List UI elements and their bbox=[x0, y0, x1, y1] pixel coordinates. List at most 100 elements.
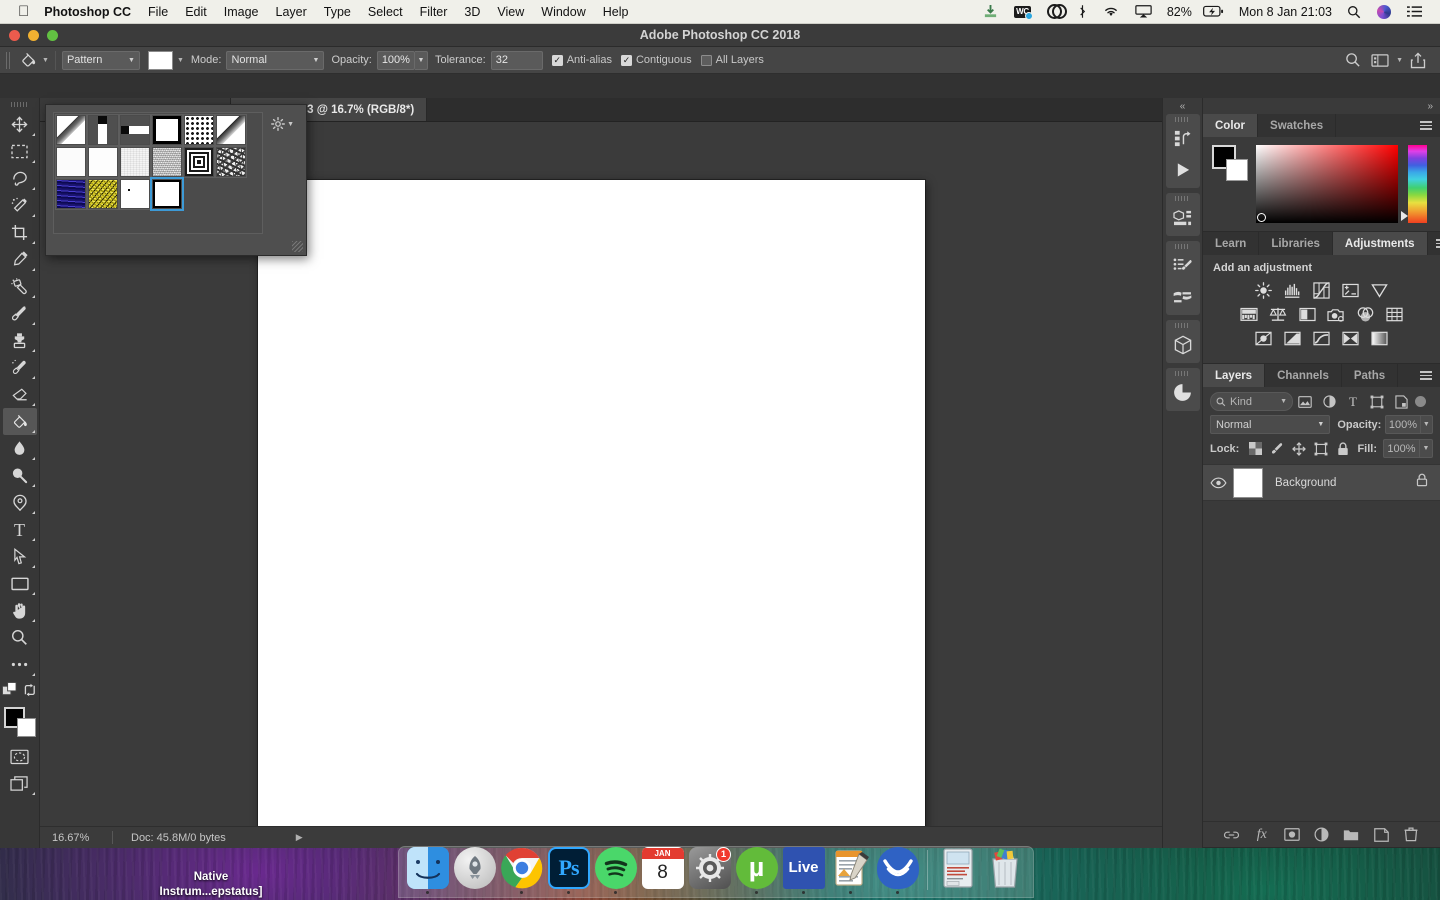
screen-mode-button[interactable] bbox=[3, 770, 37, 797]
dock-item-document-file[interactable] bbox=[935, 847, 980, 895]
gradient-map-icon[interactable] bbox=[1370, 329, 1389, 348]
hue-slider[interactable] bbox=[1401, 145, 1427, 223]
menu-file[interactable]: File bbox=[140, 0, 177, 24]
launchpad-icon[interactable] bbox=[453, 846, 496, 889]
tab-swatches[interactable]: Swatches bbox=[1258, 114, 1337, 137]
lock-position-icon[interactable] bbox=[1288, 440, 1310, 458]
opacity-stepper[interactable]: ▼ bbox=[414, 50, 428, 70]
lasso-tool[interactable] bbox=[3, 165, 37, 192]
clone-stamp-tool[interactable] bbox=[3, 327, 37, 354]
hue-saturation-icon[interactable] bbox=[1240, 305, 1259, 324]
new-group-icon[interactable] bbox=[1341, 825, 1361, 845]
dock-item-calendar[interactable]: JAN 8 bbox=[640, 846, 685, 895]
photoshop-icon[interactable]: Ps bbox=[547, 846, 590, 889]
paint-bucket-tool[interactable] bbox=[2, 408, 37, 435]
dock-item-trash[interactable] bbox=[982, 847, 1027, 895]
arrange-chevron-icon[interactable]: ▼ bbox=[1396, 57, 1403, 64]
layer-style-fx-icon[interactable]: fx bbox=[1252, 825, 1272, 845]
layer-opacity-stepper[interactable]: ▼ bbox=[1420, 415, 1433, 434]
play-icon[interactable] bbox=[1166, 154, 1200, 185]
color-picker-marker[interactable] bbox=[1257, 213, 1266, 222]
pattern-swatch-polka-dots[interactable] bbox=[183, 114, 215, 146]
selective-color-icon[interactable] bbox=[1341, 329, 1360, 348]
spotify-icon[interactable] bbox=[594, 846, 637, 889]
layer-fill-stepper[interactable]: ▼ bbox=[1420, 439, 1433, 458]
pattern-swatch-preview[interactable] bbox=[147, 50, 173, 70]
foreground-background-colors[interactable] bbox=[3, 707, 36, 737]
tab-libraries[interactable]: Libraries bbox=[1259, 232, 1333, 255]
move-tool[interactable] bbox=[3, 111, 37, 138]
lock-all-icon[interactable] bbox=[1332, 440, 1354, 458]
color-panel-swatches[interactable] bbox=[1212, 145, 1248, 181]
ableton-live-icon[interactable]: Live bbox=[782, 846, 825, 889]
color-picker-field[interactable] bbox=[1256, 145, 1398, 223]
dock-item-utorrent[interactable]: µ bbox=[734, 846, 779, 894]
tab-color[interactable]: Color bbox=[1203, 114, 1259, 137]
zoom-level[interactable]: 16.67% bbox=[40, 832, 112, 844]
eraser-tool[interactable] bbox=[3, 381, 37, 408]
curves-icon[interactable] bbox=[1312, 281, 1331, 300]
dodge-tool[interactable] bbox=[3, 462, 37, 489]
pattern-swatch-diagonal-stripe-dark[interactable] bbox=[215, 114, 247, 146]
photo-filter-icon[interactable] bbox=[1327, 305, 1346, 324]
menu-filter[interactable]: Filter bbox=[411, 0, 456, 24]
menu-layer[interactable]: Layer bbox=[267, 0, 315, 24]
bluetooth-icon[interactable] bbox=[1070, 0, 1095, 24]
dock-item-google-chrome[interactable] bbox=[499, 847, 544, 894]
hand-tool[interactable] bbox=[3, 597, 37, 624]
menu-bar-datetime[interactable]: Mon 8 Jan 21:03 bbox=[1232, 5, 1339, 19]
lock-transparency-icon[interactable] bbox=[1244, 440, 1266, 458]
tab-paths[interactable]: Paths bbox=[1341, 364, 1399, 387]
add-layer-mask-icon[interactable] bbox=[1282, 825, 1302, 845]
vibrance-icon[interactable] bbox=[1370, 281, 1389, 300]
quick-selection-tool[interactable] bbox=[3, 192, 37, 219]
menu-image[interactable]: Image bbox=[215, 0, 267, 24]
posterize-icon[interactable] bbox=[1283, 329, 1302, 348]
pattern-picker-chevron-icon[interactable]: ▼ bbox=[177, 57, 184, 64]
rail-grip[interactable] bbox=[1175, 323, 1190, 328]
panel-collapse-icon[interactable]: » bbox=[1203, 98, 1440, 114]
threshold-icon[interactable] bbox=[1312, 329, 1331, 348]
brush-presets-icon[interactable] bbox=[1166, 281, 1200, 312]
spot-healing-brush-tool[interactable] bbox=[3, 273, 37, 300]
creative-cloud-icon[interactable] bbox=[1039, 0, 1070, 24]
3d-properties-icon[interactable] bbox=[1166, 202, 1200, 233]
pages-icon[interactable] bbox=[830, 847, 872, 889]
spotlight-search-icon[interactable] bbox=[1339, 0, 1369, 24]
hue-slider-marker[interactable] bbox=[1401, 211, 1408, 221]
tab-layers[interactable]: Layers bbox=[1203, 364, 1266, 387]
trash-icon[interactable] bbox=[984, 847, 1026, 889]
levels-icon[interactable] bbox=[1283, 281, 1302, 300]
dock-item-adobe-photoshop[interactable]: Ps bbox=[546, 846, 591, 894]
siri-icon[interactable] bbox=[1369, 0, 1399, 24]
menu-type[interactable]: Type bbox=[315, 0, 359, 24]
pen-tool[interactable] bbox=[3, 489, 37, 516]
menu-edit[interactable]: Edit bbox=[177, 0, 216, 24]
calendar-icon[interactable]: JAN 8 bbox=[641, 846, 684, 889]
toolbar-grip[interactable] bbox=[11, 102, 28, 107]
rail-grip[interactable] bbox=[1175, 244, 1190, 249]
tab-learn[interactable]: Learn bbox=[1203, 232, 1260, 255]
pattern-swatch-plain-white-1[interactable] bbox=[55, 146, 87, 178]
pattern-swatch-horizontal-bar[interactable] bbox=[119, 114, 151, 146]
timeline-icon[interactable] bbox=[1166, 377, 1200, 408]
brightness-contrast-icon[interactable] bbox=[1254, 281, 1273, 300]
popup-resize-handle[interactable] bbox=[292, 241, 303, 252]
rail-grip[interactable] bbox=[1175, 117, 1190, 122]
exposure-icon[interactable] bbox=[1341, 281, 1360, 300]
rail-grip[interactable] bbox=[1175, 196, 1190, 201]
swap-colors-icon[interactable] bbox=[23, 683, 37, 702]
pattern-swatch-black-frame-thick[interactable] bbox=[151, 114, 183, 146]
type-tool[interactable]: T bbox=[3, 516, 37, 543]
panel-menu-icon[interactable] bbox=[1428, 232, 1440, 255]
opacity-input[interactable]: 100% bbox=[376, 50, 415, 70]
layer-fill-input[interactable]: 100% bbox=[1383, 439, 1420, 458]
brush-tool[interactable] bbox=[3, 300, 37, 327]
minimize-window-button[interactable] bbox=[28, 30, 39, 41]
pattern-swatch-light-grain[interactable] bbox=[119, 146, 151, 178]
tool-preset-chevron-icon[interactable]: ▼ bbox=[42, 57, 49, 64]
lock-artboard-icon[interactable] bbox=[1310, 440, 1332, 458]
pattern-swatch-yellow-texture[interactable] bbox=[87, 178, 119, 210]
dock-item-openoffice[interactable] bbox=[875, 846, 920, 894]
quick-mask-toggle[interactable] bbox=[3, 743, 37, 770]
